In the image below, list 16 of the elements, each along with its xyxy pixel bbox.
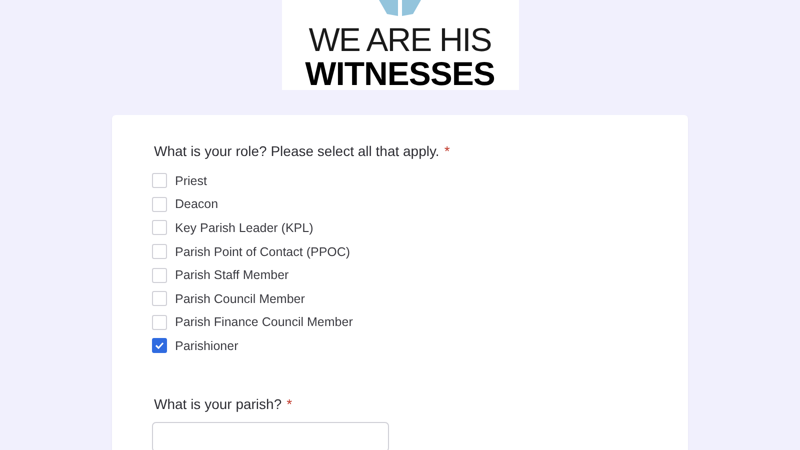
option-label: Parish Staff Member bbox=[175, 268, 289, 282]
option-label: Parish Point of Contact (PPOC) bbox=[175, 244, 350, 259]
logo-text: WE ARE HIS bbox=[308, 22, 492, 58]
input-field[interactable] bbox=[152, 422, 389, 450]
option-label: Parish Finance Council Member bbox=[175, 315, 353, 330]
option-label: Priest bbox=[175, 174, 207, 188]
option-label: Deacon bbox=[175, 197, 218, 212]
question-label: What is your role? Please select all that apply. * bbox=[154, 143, 451, 159]
question-label: What is your parish? * bbox=[154, 396, 294, 412]
checkbox[interactable] bbox=[152, 338, 167, 354]
logo-text: WITNESSES bbox=[305, 58, 495, 90]
option-label: Parish Council Member bbox=[175, 292, 305, 306]
check-icon bbox=[155, 342, 164, 350]
option-label: Key Parish Leader (KPL) bbox=[175, 220, 314, 235]
hands-icon bbox=[377, 0, 423, 16]
option-label: Parishioner bbox=[175, 338, 238, 353]
